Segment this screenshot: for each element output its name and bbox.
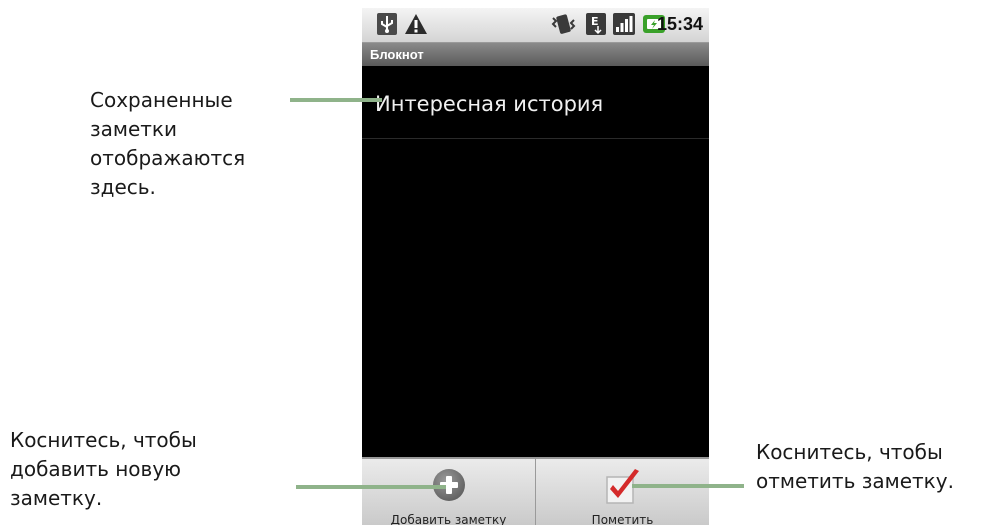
app-title-bar: Блокнот xyxy=(362,43,709,66)
callout-line: заметки xyxy=(90,117,178,141)
warning-icon xyxy=(404,12,428,41)
callout-add-note: Коснитесь, чтобы добавить новую заметку. xyxy=(10,426,197,513)
checkmark-icon xyxy=(601,465,645,514)
callout-line: Коснитесь, чтобы xyxy=(10,428,197,452)
vibrate-icon xyxy=(550,12,578,41)
status-bar: E 15:34 xyxy=(362,8,709,43)
add-note-label: Добавить заметку xyxy=(390,513,507,525)
usb-debug-icon xyxy=(376,12,398,41)
mark-note-label: Пометить xyxy=(591,513,654,525)
data-edge-icon: E xyxy=(584,12,608,41)
callout-saved-notes: Сохраненные заметки отображаются здесь. xyxy=(90,86,245,202)
callout-line: добавить новую xyxy=(10,457,182,481)
callout-leader-line xyxy=(632,484,744,488)
callout-line: заметку. xyxy=(10,486,103,510)
app-title: Блокнот xyxy=(370,47,424,62)
callout-leader-line xyxy=(296,485,446,489)
options-menu: Добавить заметку Пометить xyxy=(362,457,709,525)
callout-line: Коснитесь, чтобы xyxy=(756,440,943,464)
phone-screen: E 15:34 Блокнот Интересная история Добав… xyxy=(362,8,709,525)
status-time: 15:34 xyxy=(656,14,703,34)
callout-mark-note: Коснитесь, чтобы отметить заметку. xyxy=(756,438,954,496)
callout-line: отображаются xyxy=(90,146,246,170)
signal-icon xyxy=(612,12,636,41)
add-note-button[interactable]: Добавить заметку xyxy=(362,459,535,525)
callout-line: отметить заметку. xyxy=(756,469,954,493)
callout-leader-line xyxy=(290,98,382,102)
callout-line: здесь. xyxy=(90,175,156,199)
mark-note-button[interactable]: Пометить xyxy=(535,459,709,525)
callout-line: Сохраненные xyxy=(90,88,233,112)
note-title: Интересная история xyxy=(375,92,604,116)
note-list-item[interactable]: Интересная история xyxy=(362,66,709,139)
